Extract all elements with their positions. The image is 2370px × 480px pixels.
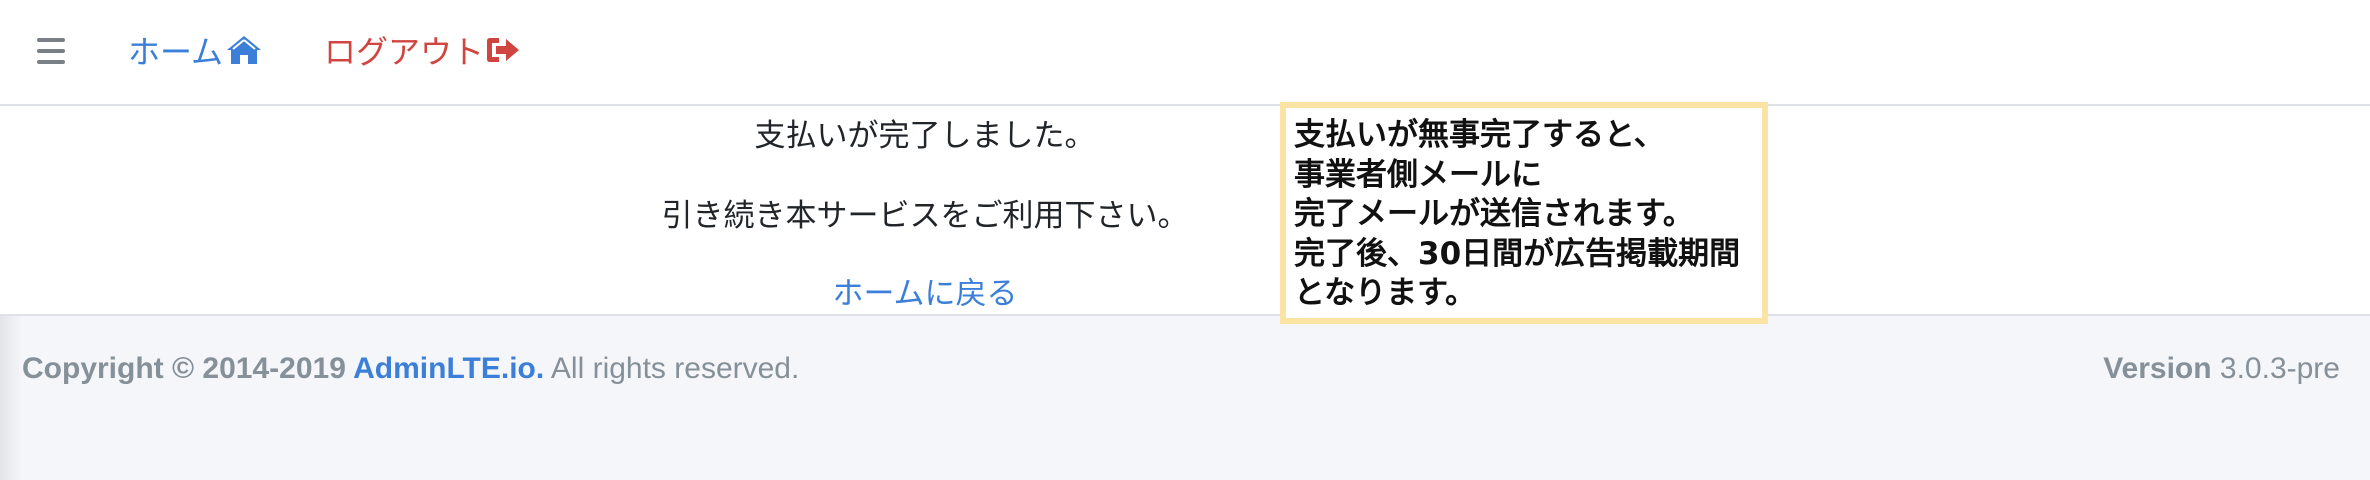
- payment-complete-message: 支払いが完了しました。: [754, 118, 1096, 154]
- sign-out-icon: [487, 38, 520, 62]
- top-navbar: ホーム ログアウト: [0, 0, 2370, 106]
- note-line: 事業者側メールに: [1294, 156, 1542, 193]
- nav-logout-label: ログアウト: [324, 33, 485, 71]
- page: ホーム ログアウト 支払いが完了しました。 引き続き本サービスをご利用下さい。 …: [0, 0, 2370, 480]
- rights-text: All rights reserved.: [544, 352, 800, 385]
- version-value: 3.0.3-pre: [2211, 352, 2340, 385]
- note-line: 支払いが無事完了すると、: [1294, 117, 1665, 153]
- note-line: 完了メールが送信されます。: [1294, 196, 1694, 232]
- home-icon: [227, 36, 262, 64]
- annotation-note-box: 支払いが無事完了すると、 事業者側メールに 完了メールが送信されます。 完了後、…: [1280, 102, 1768, 324]
- note-line: 完了後、30日間が広告掲載期間: [1294, 235, 1741, 272]
- note-line: となります。: [1294, 275, 1476, 311]
- nav-logout-link[interactable]: ログアウト: [324, 24, 520, 76]
- back-to-home-link[interactable]: ホームに戻る: [560, 268, 1290, 313]
- continue-service-message: 引き続き本サービスをご利用下さい。: [661, 198, 1189, 234]
- brand-link[interactable]: AdminLTE.io.: [353, 352, 544, 385]
- menu-toggle-button[interactable]: [37, 38, 65, 64]
- nav-home-link[interactable]: ホーム: [128, 24, 263, 76]
- copyright-text: Copyright © 2014-2019: [22, 352, 354, 385]
- nav-home-label: ホーム: [128, 33, 224, 71]
- bars-icon: [37, 38, 65, 42]
- footer-copyright: Copyright © 2014-2019 AdminLTE.io. All r…: [22, 352, 799, 386]
- version-label: Version: [2103, 352, 2212, 385]
- content-area: 支払いが完了しました。 引き続き本サービスをご利用下さい。 ホームに戻る: [0, 106, 2370, 316]
- footer-version: Version 3.0.3-pre: [2103, 352, 2340, 386]
